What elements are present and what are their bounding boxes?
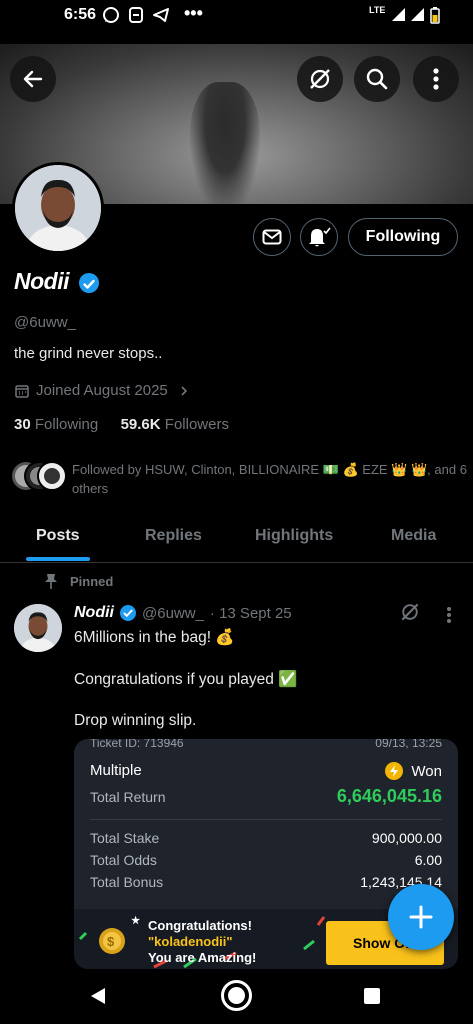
ticket-divider <box>90 819 442 820</box>
more-vertical-icon <box>447 607 451 623</box>
grok-icon <box>310 69 330 89</box>
following-button[interactable]: Following <box>348 218 458 256</box>
plus-icon <box>409 905 433 929</box>
tab-replies[interactable]: Replies <box>145 527 202 545</box>
more-notifications-icon: ••• <box>184 3 203 23</box>
followed-by-avatars <box>12 461 67 491</box>
bell-check-icon <box>309 227 331 247</box>
followers-count-link[interactable]: 59.6K Followers <box>121 416 229 433</box>
pinned-label: Pinned <box>70 573 114 589</box>
search-icon <box>366 68 388 90</box>
total-return-value: 6,646,045.16 <box>336 786 442 806</box>
banner-figure <box>190 82 260 204</box>
post-date[interactable]: · 13 Sept 25 <box>210 605 292 622</box>
grok-post-button[interactable] <box>399 601 421 628</box>
tab-posts[interactable]: Posts <box>36 527 80 545</box>
profile-bio: the grind never stops.. <box>14 345 163 362</box>
profile-handle: @6uww_ <box>14 314 76 331</box>
post-author-handle[interactable]: @6uww_ <box>142 605 204 622</box>
ticket-type: Multiple <box>90 762 142 779</box>
verified-badge-icon[interactable] <box>78 272 99 293</box>
total-bonus-label: Total Bonus <box>90 874 164 890</box>
total-odds-label: Total Odds <box>90 852 157 868</box>
ticket-status-wrap: Won <box>385 762 442 780</box>
followers-label: Followers <box>164 416 229 433</box>
pin-icon <box>45 574 57 589</box>
search-button[interactable] <box>354 56 400 102</box>
home-nav-icon[interactable] <box>220 979 253 1012</box>
active-tab-indicator <box>26 557 90 561</box>
ticket-status: Won <box>411 762 442 780</box>
profile-name: Nodii <box>14 268 70 294</box>
post-more-button[interactable] <box>446 606 452 629</box>
grok-button[interactable] <box>297 56 343 102</box>
lightning-icon <box>385 762 404 780</box>
joined-row[interactable]: Joined August 2025 <box>14 382 190 399</box>
network-type-label: LTE <box>369 5 386 15</box>
ticket-date: 09/13, 13:25 <box>375 739 442 750</box>
signal-icon <box>390 6 428 24</box>
compose-post-button[interactable] <box>388 884 454 950</box>
congrats-line-3: You are Amazing! <box>148 950 257 965</box>
follow-counts: 30 Following 59.6K Followers <box>14 416 229 433</box>
ticket-id: Ticket ID: 713946 <box>90 739 184 750</box>
followed-by-text: Followed by HSUW, Clinton, BILLIONAIRE 💵… <box>72 462 467 496</box>
total-odds-value: 6.00 <box>414 852 442 868</box>
total-return-label: Total Return <box>90 789 166 805</box>
profile-name-row: Nodii <box>14 268 99 295</box>
pinned-label-row: Pinned <box>44 573 113 589</box>
svg-text:$: $ <box>107 934 115 949</box>
system-nav-bar <box>0 970 473 1024</box>
post-text-line-1: 6Millions in the bag! 💰 <box>74 629 235 646</box>
more-vertical-icon <box>433 68 439 90</box>
back-button[interactable] <box>10 56 56 102</box>
post-text-line-2: Congratulations if you played ✅ <box>74 671 298 688</box>
total-stake-label: Total Stake <box>90 830 160 846</box>
post-avatar-image <box>14 604 62 652</box>
chevron-right-icon <box>181 385 187 396</box>
more-options-button[interactable] <box>413 56 459 102</box>
following-label: Following <box>34 416 99 433</box>
status-bar: 6:56 ••• LTE <box>0 0 473 30</box>
congrats-line-1: Congratulations! <box>148 918 252 933</box>
envelope-icon <box>262 229 282 245</box>
post-header: Nodii @6uww_ · 13 Sept 25 <box>74 604 292 622</box>
status-time: 6:56 <box>64 6 97 23</box>
total-stake-value: 900,000.00 <box>371 830 442 846</box>
tab-highlights[interactable]: Highlights <box>255 527 333 545</box>
grok-icon <box>401 603 419 621</box>
post-text-line-3: Drop winning slip. <box>74 712 197 729</box>
post-author-name[interactable]: Nodii <box>74 604 114 622</box>
arrow-left-icon <box>23 70 43 88</box>
calendar-icon <box>15 384 29 398</box>
back-nav-icon[interactable] <box>88 986 108 1006</box>
battery-icon <box>430 6 440 24</box>
tab-media[interactable]: Media <box>391 527 436 545</box>
joined-date: Joined August 2025 <box>36 382 168 399</box>
congrats-username: "koladenodii" <box>148 934 233 949</box>
post-verified-badge-icon <box>120 605 136 621</box>
message-button[interactable] <box>253 218 291 256</box>
notifications-button[interactable] <box>300 218 338 256</box>
avatar[interactable] <box>12 162 104 254</box>
following-count-link[interactable]: 30 Following <box>14 416 98 433</box>
post-avatar[interactable] <box>14 604 62 652</box>
followers-count: 59.6K <box>120 416 161 433</box>
avatar-image <box>15 165 101 251</box>
telegram-icon <box>152 6 170 24</box>
following-count: 30 <box>14 416 31 433</box>
app-icon <box>128 6 144 24</box>
profile-tabs: Posts Replies Highlights Media <box>0 512 473 563</box>
whatsapp-icon <box>102 6 120 24</box>
recents-nav-icon[interactable] <box>362 986 382 1006</box>
